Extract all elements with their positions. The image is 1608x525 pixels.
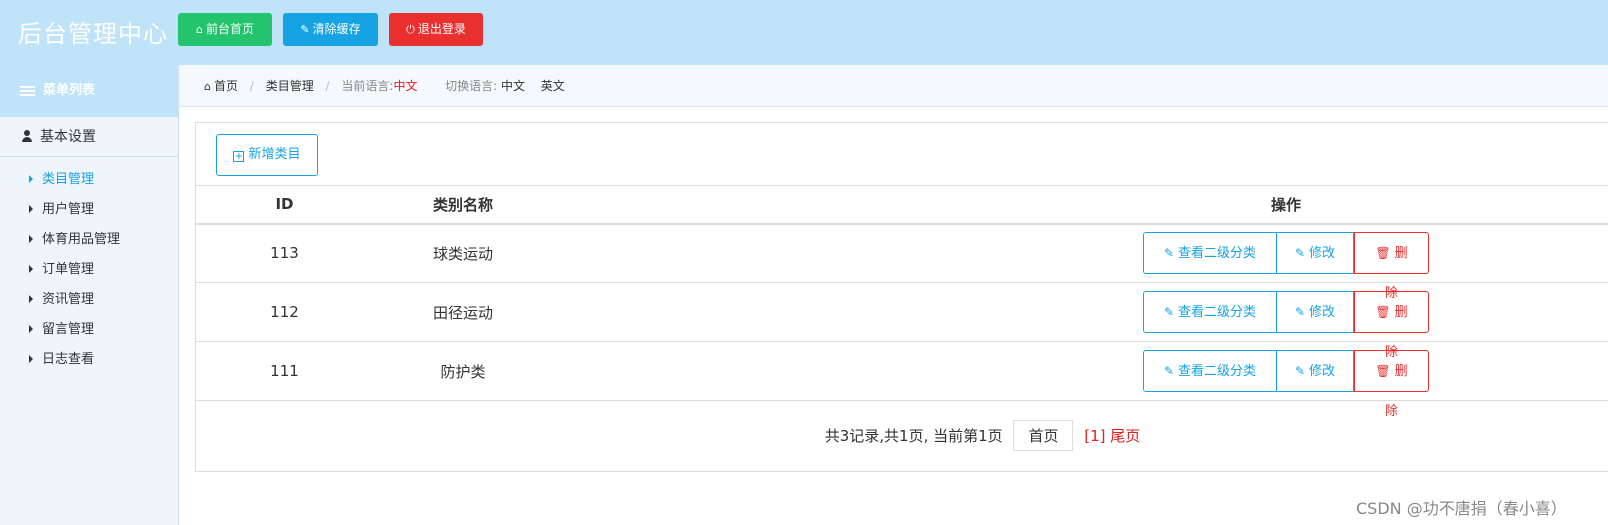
edit-icon: ✎ bbox=[1163, 305, 1175, 319]
caret-right-icon bbox=[29, 265, 33, 273]
clear-cache-button[interactable]: ✎ 清除缓存 bbox=[283, 13, 378, 46]
trash-icon: 🗑 bbox=[1375, 305, 1391, 319]
top-header: 后台管理中心 ⌂ 前台首页 ✎ 清除缓存 ⏻ 退出登录 bbox=[0, 0, 1608, 65]
first-page-button[interactable]: 首页 bbox=[1013, 420, 1074, 451]
trash-icon: 🗑 bbox=[1375, 246, 1391, 261]
caret-right-icon bbox=[29, 355, 33, 363]
sidebar-item-messages[interactable]: 留言管理 bbox=[0, 315, 178, 345]
caret-right-icon bbox=[29, 325, 33, 333]
cell-id: 112 bbox=[196, 282, 373, 342]
sidebar-items: 类目管理 用户管理 体育用品管理 订单管理 资讯管理 留言管理 日志查看 bbox=[0, 157, 178, 375]
cell-actions: ✎ 查看二级分类 ✎ 修改 🗑 删除 bbox=[553, 341, 1608, 419]
table-row: 112 田径运动 ✎ 查看二级分类 ✎ 修改 🗑 删除 bbox=[196, 282, 1608, 360]
breadcrumb-current[interactable]: 类目管理 bbox=[266, 79, 314, 93]
sidebar: 菜单列表 基本设置 类目管理 用户管理 体育用品管理 订单管理 资讯管理 留言管… bbox=[0, 65, 179, 525]
edit-icon: ✎ bbox=[1294, 364, 1306, 378]
column-header-id: ID bbox=[196, 185, 373, 225]
view-subcategory-button[interactable]: ✎ 查看二级分类 bbox=[1143, 232, 1277, 275]
cell-id: 113 bbox=[196, 223, 373, 283]
pagination-summary: 共3记录,共1页, 当前第1页 bbox=[824, 427, 1003, 445]
home-icon: ⌂ bbox=[204, 80, 211, 93]
watermark: CSDN @功不唐捐（春小喜） bbox=[1356, 499, 1567, 518]
current-language-label: 当前语言: bbox=[341, 79, 394, 93]
column-header-actions: 操作 bbox=[553, 185, 1608, 225]
wrench-icon: ✎ bbox=[300, 23, 310, 36]
edit-button[interactable]: ✎ 修改 bbox=[1277, 291, 1354, 333]
plus-square-icon: + bbox=[233, 151, 245, 162]
pagination: 共3记录,共1页, 当前第1页 首页 [1] 尾页 bbox=[196, 420, 1608, 451]
edit-button[interactable]: ✎ 修改 bbox=[1277, 232, 1354, 275]
delete-button[interactable]: 🗑 删除 bbox=[1354, 350, 1429, 419]
current-page-link[interactable]: [1] bbox=[1084, 427, 1105, 445]
column-header-name: 类别名称 bbox=[373, 185, 553, 225]
delete-button[interactable]: 🗑 删除 bbox=[1354, 232, 1429, 301]
home-icon: ⌂ bbox=[196, 23, 203, 36]
menu-list-header: 菜单列表 bbox=[0, 65, 178, 117]
cell-actions: ✎ 查看二级分类 ✎ 修改 🗑 删除 bbox=[553, 223, 1608, 301]
breadcrumb-home[interactable]: 首页 bbox=[214, 79, 238, 93]
sidebar-item-logs[interactable]: 日志查看 bbox=[0, 345, 178, 375]
table-row: 111 防护类 ✎ 查看二级分类 ✎ 修改 🗑 删除 bbox=[196, 341, 1608, 419]
table-header-row: ID 类别名称 操作 bbox=[196, 185, 1608, 225]
user-icon bbox=[22, 130, 32, 142]
cell-name: 田径运动 bbox=[373, 282, 553, 342]
logout-button[interactable]: ⏻ 退出登录 bbox=[389, 13, 483, 46]
caret-right-icon bbox=[29, 235, 33, 243]
sidebar-item-orders[interactable]: 订单管理 bbox=[0, 255, 178, 285]
category-table: ID 类别名称 操作 113 球类运动 ✎ 查看二级分类 ✎ 修改 🗑 删除 112 bbox=[196, 185, 1608, 419]
switch-language-en[interactable]: 英文 bbox=[541, 79, 565, 93]
cell-actions: ✎ 查看二级分类 ✎ 修改 🗑 删除 bbox=[553, 282, 1608, 360]
edit-icon: ✎ bbox=[1163, 364, 1175, 378]
edit-icon: ✎ bbox=[1163, 246, 1175, 261]
breadcrumb: ⌂ 首页 / 类目管理 / 当前语言:中文 切换语言: 中文 英文 bbox=[179, 65, 1608, 107]
edit-icon: ✎ bbox=[1294, 246, 1306, 261]
section-basic-settings[interactable]: 基本设置 bbox=[0, 117, 178, 157]
view-subcategory-button[interactable]: ✎ 查看二级分类 bbox=[1143, 291, 1277, 333]
content-panel: + 新增类目 ID 类别名称 操作 113 球类运动 ✎ 查看二级分类 ✎ 修改 🗑 删… bbox=[195, 122, 1608, 472]
power-icon: ⏻ bbox=[406, 23, 415, 36]
sidebar-item-users[interactable]: 用户管理 bbox=[0, 195, 178, 225]
cell-id: 111 bbox=[196, 341, 373, 401]
table-row: 113 球类运动 ✎ 查看二级分类 ✎ 修改 🗑 删除 bbox=[196, 223, 1608, 301]
current-language-value: 中文 bbox=[393, 79, 418, 93]
switch-language-label: 切换语言: bbox=[445, 79, 498, 93]
menu-bars-icon bbox=[20, 84, 35, 98]
caret-right-icon bbox=[29, 205, 33, 213]
add-category-button[interactable]: + 新增类目 bbox=[216, 134, 318, 176]
breadcrumb-separator: / bbox=[325, 79, 330, 93]
sidebar-item-category[interactable]: 类目管理 bbox=[0, 165, 178, 195]
trash-icon: 🗑 bbox=[1375, 364, 1391, 378]
sidebar-item-news[interactable]: 资讯管理 bbox=[0, 285, 178, 315]
cell-name: 防护类 bbox=[373, 341, 553, 401]
breadcrumb-separator: / bbox=[249, 79, 254, 93]
caret-right-icon bbox=[29, 175, 33, 183]
front-home-button[interactable]: ⌂ 前台首页 bbox=[178, 13, 272, 46]
brand-title: 后台管理中心 bbox=[18, 20, 168, 48]
view-subcategory-button[interactable]: ✎ 查看二级分类 bbox=[1143, 350, 1277, 392]
edit-button[interactable]: ✎ 修改 bbox=[1277, 350, 1354, 392]
cell-name: 球类运动 bbox=[373, 223, 553, 283]
delete-button[interactable]: 🗑 删除 bbox=[1354, 291, 1429, 360]
last-page-link[interactable]: 尾页 bbox=[1110, 427, 1140, 445]
edit-icon: ✎ bbox=[1294, 305, 1306, 319]
sidebar-item-sports-goods[interactable]: 体育用品管理 bbox=[0, 225, 178, 255]
switch-language-cn[interactable]: 中文 bbox=[501, 79, 525, 93]
caret-right-icon bbox=[29, 295, 33, 303]
